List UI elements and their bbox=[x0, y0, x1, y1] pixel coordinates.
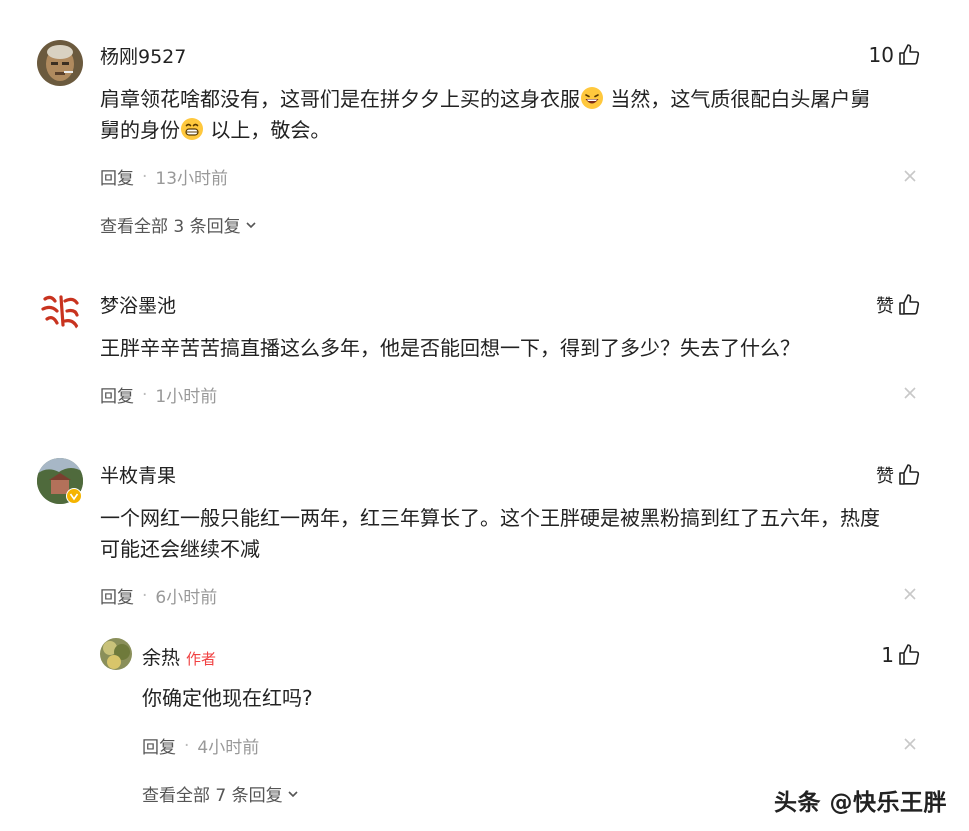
chevron-down-icon bbox=[288, 790, 298, 797]
username-label: 余热 bbox=[142, 647, 181, 669]
close-icon[interactable] bbox=[903, 386, 917, 400]
like-button[interactable]: 1 bbox=[881, 643, 921, 667]
reply-button[interactable]: 回复 bbox=[142, 733, 176, 758]
comment-meta: 回复 · 6小时前 bbox=[100, 583, 218, 609]
timestamp: 1小时前 bbox=[155, 387, 218, 407]
username[interactable]: 半枚青果 bbox=[100, 461, 176, 488]
like-button[interactable]: 赞 bbox=[876, 462, 921, 488]
verified-badge-icon bbox=[66, 488, 82, 504]
comment-text: 肩章领花啥都没有，这哥们是在拼夕夕上买的这身衣服 当然，这气质很配白头屠户舅 舅… bbox=[100, 87, 871, 142]
laughing-emoji-icon bbox=[581, 87, 603, 109]
like-count: 1 bbox=[881, 643, 894, 667]
avatar[interactable] bbox=[37, 289, 83, 335]
reply-button[interactable]: 回复 bbox=[100, 583, 134, 608]
close-icon[interactable] bbox=[903, 737, 917, 751]
timestamp: 13小时前 bbox=[155, 169, 229, 189]
author-badge: 作者 bbox=[186, 650, 217, 668]
timestamp: 4小时前 bbox=[197, 738, 260, 758]
view-all-replies-button[interactable]: 查看全部 7 条回复 bbox=[142, 781, 299, 806]
reply-button[interactable]: 回复 bbox=[100, 382, 134, 407]
like-count: 10 bbox=[868, 43, 894, 67]
username[interactable]: 杨刚9527 bbox=[100, 42, 186, 69]
avatar[interactable] bbox=[100, 638, 132, 670]
separator-dot: · bbox=[142, 384, 148, 405]
chevron-down-icon bbox=[246, 221, 256, 228]
grinning-emoji-icon bbox=[181, 118, 203, 140]
reply-button[interactable]: 回复 bbox=[100, 164, 134, 189]
comment-text: 王胖辛辛苦苦搞直播这么多年，他是否能回想一下，得到了多少？失去了什么？ bbox=[100, 336, 800, 360]
like-button[interactable]: 赞 bbox=[876, 292, 921, 318]
view-all-label: 查看全部 3 条回复 bbox=[100, 217, 241, 237]
thumbs-up-icon bbox=[899, 44, 920, 65]
username[interactable]: 梦浴墨池 bbox=[100, 291, 176, 318]
comment-meta: 回复 · 1小时前 bbox=[100, 382, 218, 408]
like-label: 赞 bbox=[876, 466, 894, 487]
comment-text: 一个网红一般只能红一两年，红三年算长了。这个王胖硬是被黑粉搞到红了五六年，热度 … bbox=[100, 506, 880, 561]
like-label: 赞 bbox=[876, 296, 894, 317]
close-icon[interactable] bbox=[903, 587, 917, 601]
reply-text: 你确定他现在红吗? bbox=[142, 686, 313, 710]
thumbs-up-icon bbox=[899, 644, 920, 665]
separator-dot: · bbox=[184, 735, 190, 756]
like-button[interactable]: 10 bbox=[869, 43, 921, 67]
thumbs-up-icon bbox=[899, 294, 920, 315]
avatar[interactable] bbox=[37, 40, 83, 86]
view-all-replies-button[interactable]: 查看全部 3 条回复 bbox=[100, 212, 257, 237]
timestamp: 6小时前 bbox=[155, 588, 218, 608]
thumbs-up-icon bbox=[899, 464, 920, 485]
username[interactable]: 余热 作者 bbox=[142, 643, 216, 670]
watermark: 头条 @快乐王胖 bbox=[773, 790, 947, 816]
separator-dot: · bbox=[142, 166, 148, 187]
separator-dot: · bbox=[142, 585, 148, 606]
view-all-label: 查看全部 7 条回复 bbox=[142, 786, 283, 806]
reply-meta: 回复 · 4小时前 bbox=[142, 733, 260, 759]
close-icon[interactable] bbox=[903, 169, 917, 183]
comment-meta: 回复 · 13小时前 bbox=[100, 164, 229, 190]
